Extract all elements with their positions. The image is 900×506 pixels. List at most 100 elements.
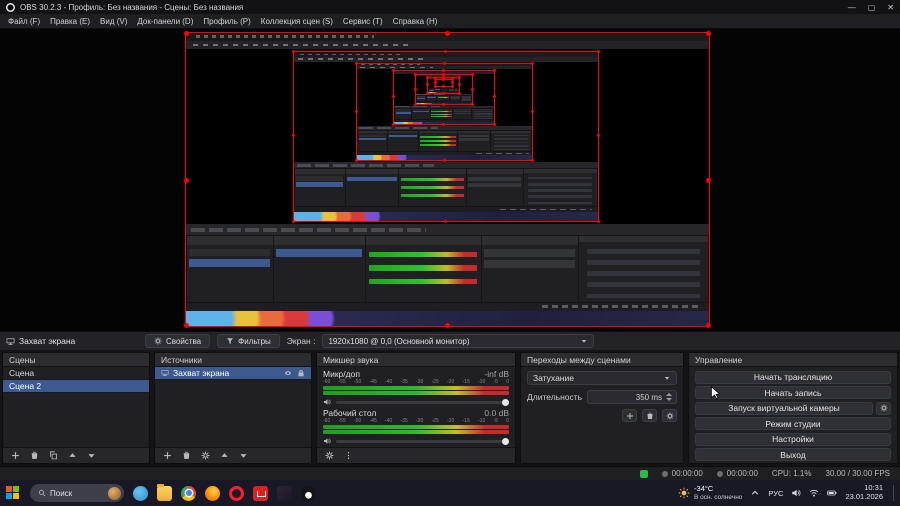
selection-handle[interactable] <box>443 219 447 223</box>
add-source-button[interactable] <box>162 450 173 461</box>
selection-handle[interactable] <box>458 83 462 87</box>
transitions-dock-header[interactable]: Переходы между сценами <box>521 353 683 367</box>
studio-mode-button[interactable]: Режим студии <box>695 417 891 430</box>
volume-slider-knob[interactable] <box>502 437 509 445</box>
selection-handle[interactable] <box>531 109 535 113</box>
exit-button[interactable]: Выход <box>695 448 891 461</box>
transition-properties-button[interactable] <box>662 409 677 422</box>
source-up-button[interactable] <box>219 450 230 461</box>
selection-handle[interactable] <box>441 91 445 95</box>
spinner-arrows[interactable] <box>666 393 672 401</box>
menu-help[interactable]: Справка (H) <box>388 16 443 27</box>
selection-handle[interactable] <box>531 61 535 65</box>
selection-handle[interactable] <box>706 323 712 328</box>
selection-handle[interactable] <box>183 177 189 183</box>
mixer-dock-header[interactable]: Микшер звука <box>317 353 515 367</box>
mixer-menu-button[interactable] <box>343 450 354 461</box>
scene-up-button[interactable] <box>67 450 78 461</box>
start-button[interactable] <box>6 485 21 501</box>
selection-handle[interactable] <box>596 219 600 223</box>
visibility-eye-icon[interactable] <box>284 369 292 377</box>
start-streaming-button[interactable]: Начать трансляцию <box>695 370 891 384</box>
selection-handle[interactable] <box>471 87 475 91</box>
selection-handle[interactable] <box>596 50 600 54</box>
speaker-icon[interactable] <box>323 398 331 406</box>
speaker-icon[interactable] <box>323 437 331 445</box>
menu-tools[interactable]: Сервис (T) <box>338 16 388 27</box>
selection-handle[interactable] <box>441 77 445 81</box>
start-virtual-camera-button[interactable]: Запуск виртуальной камеры <box>695 401 873 415</box>
taskbar-clock[interactable]: 10:31 23.01.2026 <box>845 484 883 501</box>
scene-item-selected[interactable]: Сцена 2 <box>3 380 149 393</box>
menu-file[interactable]: Файл (F) <box>3 16 45 27</box>
minimize-button[interactable]: — <box>848 3 856 12</box>
volume-slider-knob[interactable] <box>502 398 509 406</box>
close-button[interactable]: ✕ <box>887 3 894 12</box>
selection-handle[interactable] <box>442 68 446 72</box>
remove-source-button[interactable] <box>181 450 192 461</box>
lock-icon[interactable] <box>297 369 305 377</box>
selection-handle[interactable] <box>706 177 712 183</box>
controls-dock-header[interactable]: Управление <box>689 353 897 367</box>
taskbar-search[interactable]: Поиск <box>30 484 124 502</box>
start-recording-button[interactable]: Начать запись <box>695 386 891 399</box>
sources-dock-header[interactable]: Источники <box>155 353 311 367</box>
source-item-selected[interactable]: Захват экрана <box>155 367 311 380</box>
battery-icon[interactable] <box>827 488 837 498</box>
selection-handle[interactable] <box>493 68 497 72</box>
firefox-icon[interactable] <box>205 485 220 501</box>
menu-edit[interactable]: Правка (E) <box>45 16 95 27</box>
menu-docks[interactable]: Док-панели (D) <box>132 16 198 27</box>
show-desktop-button[interactable] <box>893 485 894 501</box>
volume-slider[interactable] <box>336 398 509 406</box>
add-transition-button[interactable] <box>622 409 637 422</box>
source-properties-button[interactable] <box>200 450 211 461</box>
selection-handle[interactable] <box>355 61 359 65</box>
duplicate-scene-button[interactable] <box>48 450 59 461</box>
volume-icon[interactable] <box>791 488 801 498</box>
selection-handle[interactable] <box>458 75 462 79</box>
virtual-camera-settings-button[interactable] <box>876 401 891 415</box>
game-app-icon[interactable] <box>277 485 292 501</box>
selection-handle[interactable] <box>183 323 189 328</box>
screen-select-dropdown[interactable]: 1920x1080 @ 0,0 (Основной монитор) <box>322 334 595 348</box>
settings-button[interactable]: Настройки <box>695 432 891 446</box>
menu-view[interactable]: Вид (V) <box>95 16 132 27</box>
filters-button[interactable]: Фильтры <box>217 334 280 348</box>
properties-button[interactable]: Свойства <box>145 334 211 348</box>
selection-handle[interactable] <box>426 75 430 79</box>
selection-handle[interactable] <box>442 61 446 65</box>
selection-handle[interactable] <box>471 72 475 76</box>
remove-scene-button[interactable] <box>29 450 40 461</box>
selection-handle[interactable] <box>445 323 451 328</box>
weather-widget[interactable]: -34°C В осн. солнечно <box>678 485 742 501</box>
scenes-dock-header[interactable]: Сцены <box>3 353 149 367</box>
selection-handle[interactable] <box>442 158 446 162</box>
remove-transition-button[interactable] <box>642 409 657 422</box>
tray-chevron-up-icon[interactable] <box>750 488 760 498</box>
selection-handle[interactable] <box>433 80 437 84</box>
file-explorer-icon[interactable] <box>157 483 172 501</box>
shop-app-icon[interactable] <box>253 485 268 501</box>
selection-handle[interactable] <box>443 50 447 54</box>
scene-down-button[interactable] <box>86 450 97 461</box>
selection-handle[interactable] <box>392 68 396 72</box>
source-down-button[interactable] <box>238 450 249 461</box>
selection-handle[interactable] <box>706 31 712 36</box>
selection-handle[interactable] <box>413 87 417 91</box>
duration-input[interactable]: 350 ms <box>587 390 677 404</box>
selection-handle[interactable] <box>291 50 295 54</box>
selection-handle[interactable] <box>413 103 417 107</box>
selection-handle[interactable] <box>291 219 295 223</box>
obs-taskbar-icon[interactable] <box>301 485 316 501</box>
selection-handle[interactable] <box>355 158 359 162</box>
selection-handle[interactable] <box>450 80 454 84</box>
wifi-icon[interactable] <box>809 488 819 498</box>
maximize-button[interactable]: ▢ <box>868 3 876 12</box>
menu-profile[interactable]: Профиль (P) <box>198 16 255 27</box>
opera-icon[interactable] <box>229 485 244 501</box>
transition-select[interactable]: Затухание <box>527 371 677 385</box>
selection-handle[interactable] <box>413 72 417 76</box>
volume-slider[interactable] <box>336 437 509 445</box>
chrome-icon[interactable] <box>181 485 196 501</box>
